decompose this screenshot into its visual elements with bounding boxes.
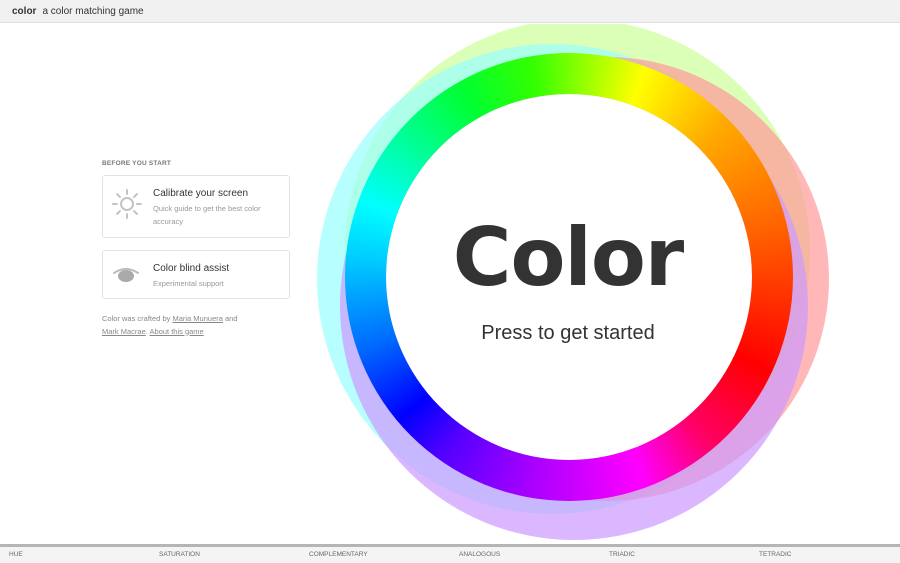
calibrate-description: Quick guide to get the best color accura…: [153, 204, 261, 226]
author-link-maria[interactable]: Maria Munuera: [172, 314, 222, 323]
top-bar: color a color matching game: [0, 0, 900, 23]
about-link[interactable]: About this game: [150, 327, 204, 336]
tab-triadic[interactable]: TRIADIC: [600, 547, 750, 563]
tab-saturation[interactable]: SATURATION: [150, 547, 300, 563]
brand-logo[interactable]: color: [12, 6, 36, 17]
game-title: Color: [452, 211, 685, 304]
credits-separator: .: [145, 326, 148, 336]
tagline: a color matching game: [42, 5, 144, 17]
tab-tetradic[interactable]: TETRADIC: [750, 547, 900, 563]
credits-and: and: [225, 314, 238, 323]
tab-complementary[interactable]: COMPLEMENTARY: [300, 547, 450, 563]
calibrate-screen-card[interactable]: Calibrate your screen Quick guide to get…: [102, 175, 290, 238]
color-blind-title: Color blind assist: [153, 263, 230, 274]
tab-analogous[interactable]: ANALOGOUS: [450, 547, 600, 563]
color-blind-assist-card[interactable]: Color blind assist Experimental support: [102, 250, 290, 299]
eye-icon: [111, 264, 141, 291]
credits: Color was crafted by Maria Munuera and M…: [102, 313, 290, 338]
author-link-mark[interactable]: Mark Macrae: [102, 327, 146, 336]
start-prompt: Press to get started: [481, 322, 655, 344]
sun-icon: [111, 188, 143, 225]
calibrate-title: Calibrate your screen: [153, 188, 249, 199]
section-heading: BEFORE YOU START: [102, 160, 172, 167]
color-blind-description: Experimental support: [153, 279, 224, 288]
sidebar: BEFORE YOU START Calibrate your screen Q…: [102, 160, 290, 338]
credits-prefix: Color was crafted by: [102, 314, 171, 323]
bottom-nav: HUE SATURATION COMPLEMENTARY ANALOGOUS T…: [0, 544, 900, 563]
tab-hue[interactable]: HUE: [0, 547, 150, 563]
